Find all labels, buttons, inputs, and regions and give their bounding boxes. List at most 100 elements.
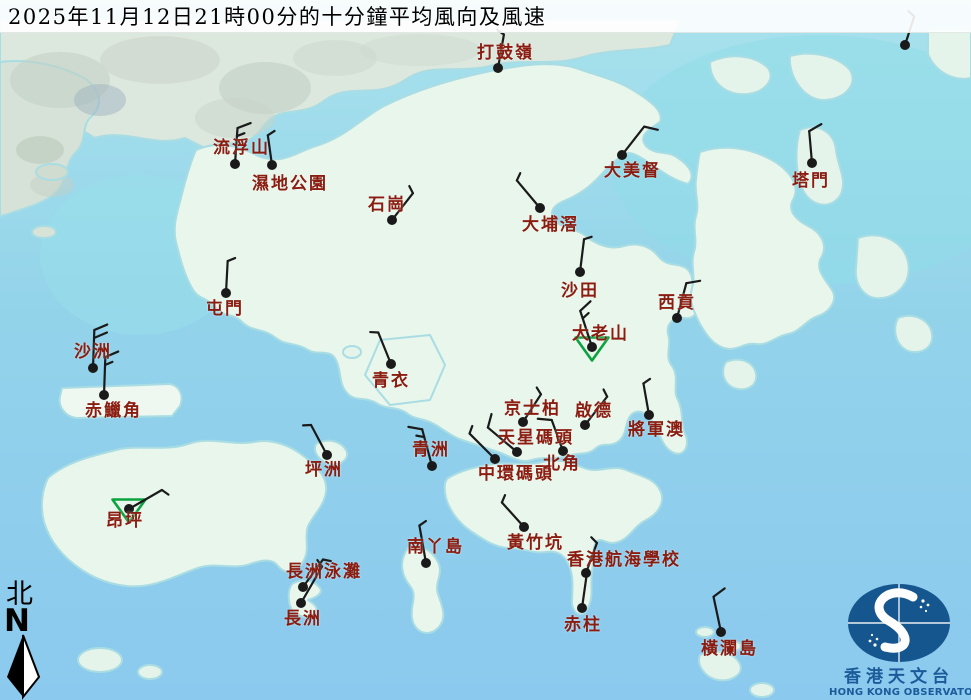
station-kai-tak[interactable] — [580, 390, 607, 430]
station-tai-mei-tuk[interactable] — [617, 127, 658, 160]
title-bar: 2025年11月12日21時00分的十分鐘平均風向及風速 — [0, 0, 971, 33]
station-sha-tin[interactable] — [575, 237, 592, 277]
station-dot[interactable] — [493, 63, 503, 73]
wind-barb-half — [583, 313, 589, 318]
station-dot[interactable] — [386, 359, 396, 369]
station-dot[interactable] — [88, 363, 98, 373]
wind-barb-full — [580, 301, 590, 311]
wind-barb-half — [419, 521, 426, 526]
wind-barb-full — [488, 414, 492, 428]
station-dot[interactable] — [575, 267, 585, 277]
station-stanley[interactable] — [577, 576, 587, 613]
wind-barb-half — [643, 379, 650, 384]
station-dot[interactable] — [807, 158, 817, 168]
station-dot[interactable] — [230, 159, 240, 169]
station-dot[interactable] — [716, 627, 726, 637]
station-peng-chau[interactable] — [303, 425, 332, 460]
station-dot[interactable] — [322, 450, 332, 460]
wind-barb-half — [502, 495, 505, 502]
station-waglan-island[interactable] — [714, 588, 726, 637]
station-wong-chuk-hang[interactable] — [502, 495, 529, 532]
wind-barb-half — [162, 490, 169, 495]
station-tsing-yi[interactable] — [370, 332, 396, 369]
station-ngong-ping[interactable] — [113, 490, 169, 523]
station-sea-school[interactable] — [581, 537, 597, 578]
hko-logo-icon — [846, 583, 952, 663]
station-dot[interactable] — [512, 447, 522, 457]
station-tates-cairn[interactable] — [576, 301, 609, 360]
wind-barb-staff — [517, 180, 540, 208]
station-dot[interactable] — [296, 598, 306, 608]
wind-barb-staff — [392, 193, 413, 220]
station-dot[interactable] — [558, 446, 568, 456]
station-dot[interactable] — [421, 558, 431, 568]
wind-barb-half — [323, 559, 331, 561]
wind-barb-staff — [311, 425, 327, 455]
map-title: 2025年11月12日21時00分的十分鐘平均風向及風速 — [8, 1, 546, 31]
wind-barb-half — [416, 436, 424, 437]
wind-barb-half — [584, 237, 592, 239]
station-green-island[interactable] — [408, 427, 437, 471]
station-dot[interactable] — [298, 582, 308, 592]
station-dot[interactable] — [387, 215, 397, 225]
station-shek-kong[interactable] — [387, 186, 413, 225]
station-dot[interactable] — [99, 390, 109, 400]
station-tseung-kwan-o[interactable] — [643, 379, 654, 420]
station-sai-kung[interactable] — [672, 281, 700, 323]
station-central-pier[interactable] — [470, 426, 500, 464]
station-dot[interactable] — [518, 417, 528, 427]
wind-barb-full — [238, 123, 251, 128]
wind-barb-half — [537, 388, 541, 395]
station-star-ferry[interactable] — [488, 414, 522, 457]
station-tap-mun[interactable] — [807, 124, 821, 168]
wind-barb-staff — [488, 428, 517, 452]
wind-barb-staff — [470, 434, 495, 459]
hko-name-zh: 香港天文台 — [829, 667, 969, 687]
wind-barb-staff — [714, 597, 721, 632]
wind-barb-half — [517, 173, 520, 180]
wind-barb-staff — [622, 127, 644, 155]
wind-barb-staff — [585, 397, 607, 425]
station-dot[interactable] — [587, 342, 597, 352]
station-dot[interactable] — [672, 313, 682, 323]
station-dot[interactable] — [427, 461, 437, 471]
wind-barb-half — [228, 258, 235, 261]
station-dot[interactable] — [900, 40, 910, 50]
station-ta-kwu-ling[interactable] — [493, 30, 504, 73]
north-label-en: N — [4, 608, 30, 634]
wind-barb-staff — [422, 429, 432, 466]
hko-logo: 香港天文台 HONG KONG OBSERVATORY — [829, 583, 969, 699]
wind-barb-full — [105, 352, 118, 357]
station-dot[interactable] — [519, 522, 529, 532]
wind-barb-half — [470, 426, 473, 434]
north-arrow-icon — [4, 634, 44, 700]
wind-barb-half — [409, 186, 413, 193]
station-wetland-park[interactable] — [267, 131, 277, 170]
station-lau-fau-shan[interactable] — [230, 123, 251, 169]
station-cheung-chau-beach[interactable] — [298, 559, 331, 592]
wind-barb-staff — [677, 283, 686, 318]
station-kings-park[interactable] — [518, 388, 541, 427]
stations-layer — [0, 0, 971, 700]
wind-barb-half — [268, 131, 275, 135]
wind-barb-full — [714, 588, 725, 596]
station-dot[interactable] — [267, 160, 277, 170]
station-dot[interactable] — [490, 454, 500, 464]
station-dot[interactable] — [644, 410, 654, 420]
wind-barb-staff — [235, 128, 238, 164]
station-dot[interactable] — [221, 288, 231, 298]
station-tuen-mun[interactable] — [221, 258, 235, 298]
wind-barb-half — [604, 390, 608, 397]
station-dot[interactable] — [124, 504, 134, 514]
station-dot[interactable] — [617, 150, 627, 160]
station-dot[interactable] — [535, 203, 545, 213]
station-dot[interactable] — [580, 420, 590, 430]
station-tai-po-kau[interactable] — [517, 173, 545, 213]
station-chek-lap-kok[interactable] — [99, 352, 118, 400]
station-lamma-island[interactable] — [419, 521, 431, 568]
station-dot[interactable] — [577, 603, 587, 613]
wind-barb-half — [591, 537, 597, 543]
wind-barb-staff — [498, 35, 504, 68]
station-north-point[interactable] — [538, 419, 568, 456]
wind-barb-staff — [419, 526, 426, 563]
